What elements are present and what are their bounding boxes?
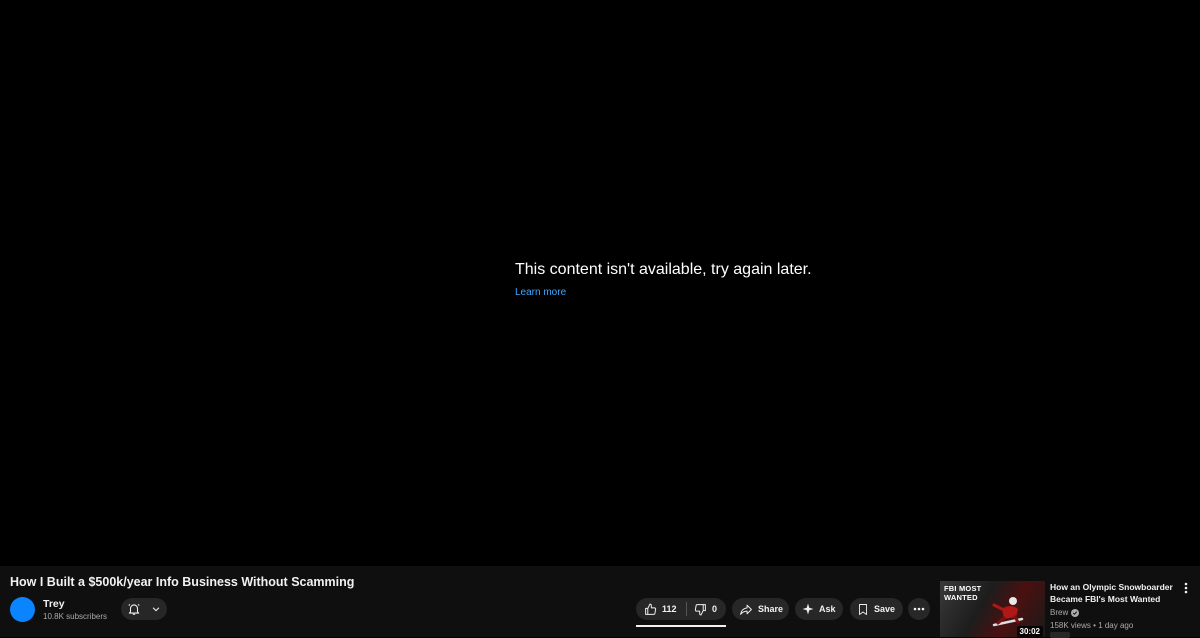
like-count: 112 [662, 604, 677, 614]
more-actions-button[interactable] [908, 598, 930, 620]
thumbs-down-icon [694, 603, 707, 616]
recommended-more-button[interactable] [1181, 581, 1191, 599]
more-vertical-icon [1184, 581, 1188, 599]
bell-icon [127, 602, 141, 616]
thumbnail-text: FBI MOST WANTED [944, 584, 982, 602]
ask-button[interactable]: Ask [795, 598, 843, 620]
video-title: How I Built a $500k/year Info Business W… [10, 575, 355, 589]
new-badge [1050, 632, 1070, 638]
verified-icon [1071, 608, 1080, 617]
thumbs-up-icon [644, 603, 657, 616]
video-duration: 30:02 [1016, 626, 1043, 637]
share-icon [739, 603, 753, 616]
recommended-video-title[interactable]: How an Olympic Snowboarder Became FBI's … [1050, 581, 1175, 605]
recommended-views: 158K views [1050, 621, 1091, 630]
dislike-count: 0 [712, 604, 718, 614]
video-player[interactable]: This content isn't available, try again … [0, 0, 1200, 566]
recommended-channel[interactable]: Brew [1050, 608, 1080, 617]
channel-name[interactable]: Trey [43, 598, 65, 610]
snowboarder-figure [992, 597, 1024, 627]
more-horizontal-icon [913, 607, 925, 611]
error-message-box: This content isn't available, try again … [515, 259, 812, 300]
dislike-button[interactable]: 0 [687, 598, 717, 620]
bookmark-icon [857, 603, 869, 616]
sparkle-icon [802, 603, 814, 615]
learn-more-link[interactable]: Learn more [515, 287, 566, 298]
like-dislike-group: 112 0 [636, 598, 726, 620]
save-label: Save [874, 604, 896, 614]
recommended-age: 1 day ago [1098, 621, 1134, 630]
recommended-channel-name: Brew [1050, 608, 1069, 617]
video-info-panel: How I Built a $500k/year Info Business W… [0, 566, 1200, 638]
ask-label: Ask [819, 604, 836, 614]
subscriber-count: 10.8K subscribers [43, 612, 108, 621]
like-progress-underline [636, 625, 726, 627]
notification-bell-button[interactable] [121, 598, 167, 620]
share-label: Share [758, 604, 784, 614]
save-button[interactable]: Save [850, 598, 903, 620]
share-button[interactable]: Share [732, 598, 789, 620]
like-button[interactable]: 112 [636, 598, 686, 620]
recommended-video-meta: 158K views • 1 day ago [1050, 621, 1133, 630]
recommended-video-thumbnail[interactable]: FBI MOST WANTED 30:02 [940, 581, 1045, 637]
chevron-down-icon [151, 604, 161, 614]
error-message: This content isn't available, try again … [515, 261, 812, 278]
channel-avatar[interactable] [10, 597, 35, 622]
